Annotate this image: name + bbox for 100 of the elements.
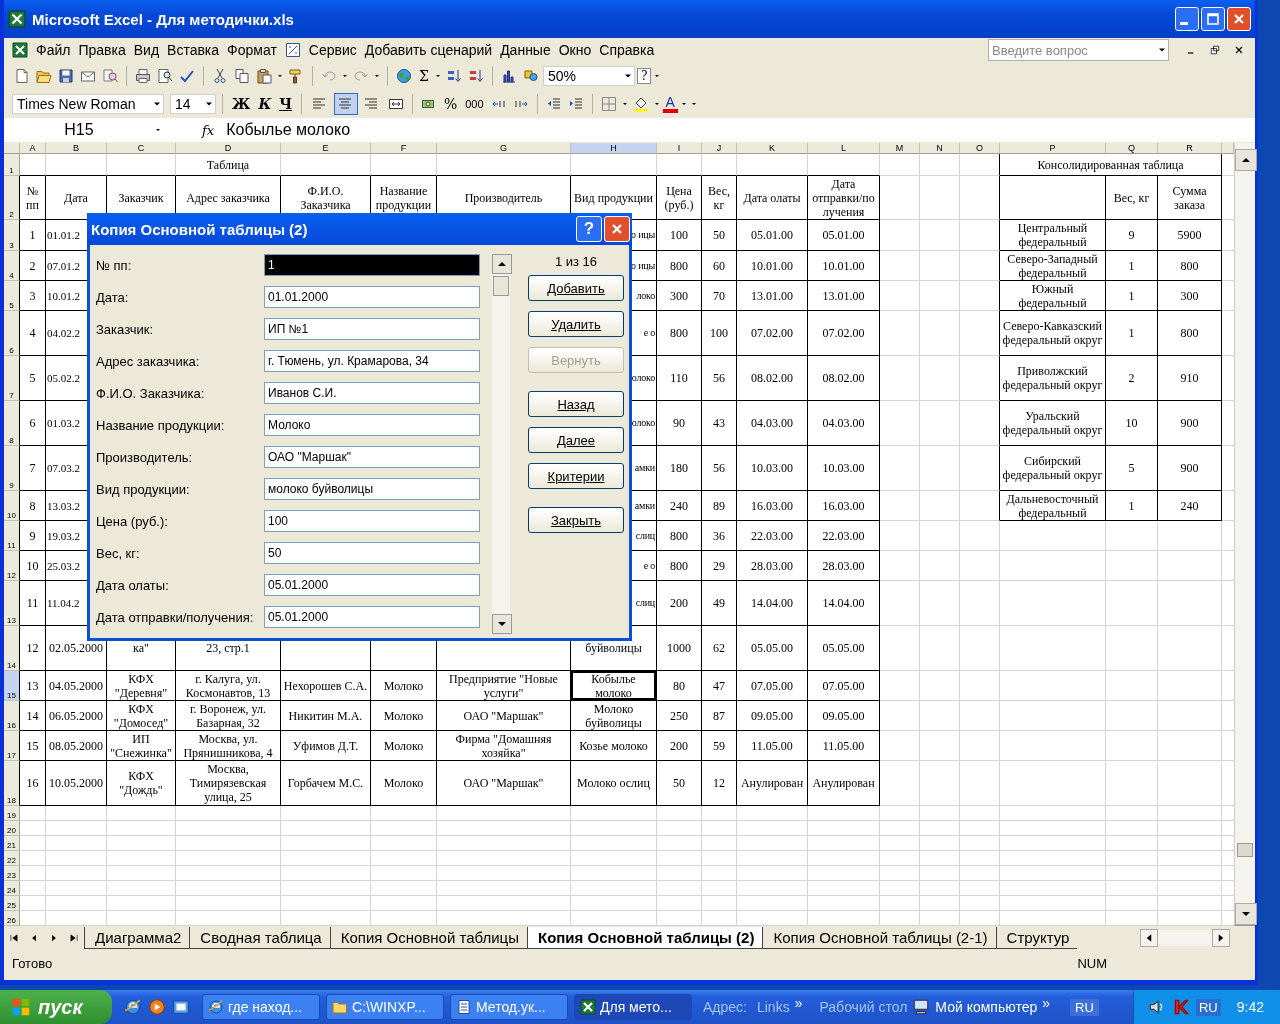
row-header[interactable]: 7 <box>4 356 20 401</box>
row-header[interactable]: 26 <box>4 911 20 926</box>
column-header[interactable]: P <box>1000 143 1106 154</box>
input-field[interactable]: молоко буйволицы <box>264 478 480 500</box>
column-header[interactable]: E <box>281 143 371 154</box>
close-button[interactable] <box>1227 7 1251 31</box>
input-field[interactable]: ИП №1 <box>264 318 480 340</box>
sheet-tab[interactable]: Сводная таблица <box>189 927 330 949</box>
more-chevron[interactable]: » <box>794 995 803 1011</box>
bold-button[interactable]: Ж <box>229 96 254 112</box>
close-icon[interactable] <box>1233 44 1245 56</box>
row-header[interactable]: 3 <box>4 220 20 251</box>
taskbar-button[interactable]: Метод.ук... <box>450 994 568 1020</box>
row-header[interactable]: 12 <box>4 551 20 581</box>
input-field[interactable]: 01.01.2000 <box>264 286 480 308</box>
language-button[interactable]: RU <box>1070 998 1099 1016</box>
restore-icon[interactable] <box>1209 44 1221 56</box>
column-header[interactable]: C <box>107 143 176 154</box>
column-header[interactable]: G <box>437 143 571 154</box>
menu-item[interactable]: Файл <box>32 42 75 58</box>
column-header[interactable]: I <box>657 143 702 154</box>
sheet-tab[interactable]: Копия Основной таблицы (2) <box>527 927 763 949</box>
italic-button[interactable]: К <box>255 96 275 112</box>
row-header[interactable]: 11 <box>4 521 20 551</box>
input-field[interactable]: 1 <box>264 254 480 276</box>
sheet-tab[interactable]: Диаграмма2 <box>84 927 190 949</box>
formula-field[interactable]: Кобылье молоко <box>226 121 1255 139</box>
row-header[interactable]: 5 <box>4 281 20 311</box>
scroll-down-icon[interactable] <box>492 614 512 634</box>
column-header[interactable]: N <box>920 143 960 154</box>
underline-button[interactable]: Ч <box>276 96 295 112</box>
taskbar-button[interactable]: C:\WINXP... <box>326 994 444 1020</box>
taskbar-button[interactable]: где наход... <box>202 994 320 1020</box>
desktop-icon[interactable] <box>172 998 190 1016</box>
dialog-button[interactable]: Далее <box>528 427 624 453</box>
column-header[interactable]: K <box>737 143 808 154</box>
scroll-right-icon[interactable] <box>1212 929 1230 947</box>
font-dropdown[interactable]: Times New Roman <box>12 94 164 114</box>
scroll-up-icon[interactable] <box>492 254 512 274</box>
taskbar-button[interactable]: Для мето... <box>574 994 692 1020</box>
function-button[interactable]: fx <box>202 122 215 138</box>
row-header[interactable]: 8 <box>4 401 20 446</box>
column-header[interactable]: O <box>960 143 1000 154</box>
sheet-tab[interactable]: Копия Основной таблицы (2-1) <box>762 927 996 949</box>
thousands-button[interactable]: 000 <box>462 98 487 110</box>
column-header[interactable]: L <box>808 143 880 154</box>
language-indicator[interactable]: RU <box>1195 998 1221 1016</box>
menu-item[interactable]: Вид <box>129 42 164 58</box>
menu-item[interactable]: Правка <box>74 42 130 58</box>
computer-icon[interactable] <box>912 998 931 1016</box>
my-computer-link[interactable]: Мой компьютер <box>935 999 1038 1015</box>
menu-item[interactable]: Формат <box>223 42 281 58</box>
menu-item[interactable]: Добавить сценарий <box>360 42 497 58</box>
scroll-down-icon[interactable] <box>1235 903 1257 925</box>
help-button[interactable]: ? <box>576 216 602 242</box>
column-header[interactable]: Q <box>1106 143 1158 154</box>
row-header[interactable]: 14 <box>4 626 20 671</box>
row-header[interactable]: 19 <box>4 806 20 821</box>
column-header[interactable]: D <box>176 143 281 154</box>
percent-button[interactable]: % <box>440 96 461 112</box>
row-header[interactable]: 20 <box>4 821 20 836</box>
input-field[interactable]: Иванов С.И. <box>264 382 480 404</box>
save-icon[interactable] <box>56 66 76 86</box>
input-field[interactable]: 50 <box>264 542 480 564</box>
row-header[interactable]: 22 <box>4 851 20 866</box>
input-field[interactable]: 05.01.2000 <box>264 574 480 596</box>
help-search-field[interactable]: Введите вопрос <box>988 39 1169 61</box>
align-center-button[interactable] <box>333 93 358 115</box>
menu-item[interactable]: Данные <box>496 42 555 58</box>
input-field[interactable]: ОАО "Маршак" <box>264 446 480 468</box>
row-header[interactable]: 2 <box>4 176 20 220</box>
links-toolbar[interactable]: Links <box>756 999 790 1015</box>
more-chevron[interactable]: » <box>1042 995 1051 1011</box>
row-header[interactable]: 6 <box>4 311 20 356</box>
menu-item[interactable]: Сервис <box>304 42 361 58</box>
input-field[interactable]: 100 <box>264 510 480 532</box>
input-field[interactable]: г. Тюмень, ул. Крамарова, 34 <box>264 350 480 372</box>
spreadsheet-logo-icon[interactable] <box>12 42 28 58</box>
input-field[interactable]: Молоко <box>264 414 480 436</box>
dialog-button[interactable]: Критерии <box>528 463 624 489</box>
sheet-tab[interactable]: Копия Основной таблицы <box>329 927 527 949</box>
column-header[interactable]: F <box>371 143 437 154</box>
zoom-dropdown[interactable]: 50% <box>542 66 635 86</box>
dialog-button[interactable]: Закрыть <box>528 507 624 533</box>
row-header[interactable]: 10 <box>4 491 20 521</box>
grid-percent-icon[interactable] <box>284 42 301 58</box>
scroll-left-icon[interactable] <box>1140 929 1158 947</box>
menu-item[interactable]: Окно <box>554 42 596 58</box>
column-header[interactable]: H <box>571 143 657 154</box>
help-button[interactable]: ? <box>636 68 652 84</box>
print-preview-icon[interactable] <box>155 66 175 86</box>
column-header[interactable]: R <box>1158 143 1222 154</box>
scroll-up-icon[interactable] <box>1235 149 1257 171</box>
row-header[interactable]: 24 <box>4 881 20 896</box>
globe-icon[interactable] <box>394 66 414 86</box>
input-field[interactable]: 05.01.2000 <box>264 606 480 628</box>
dialog-button[interactable]: Добавить <box>528 275 624 301</box>
row-header[interactable]: 4 <box>4 251 20 281</box>
print-icon[interactable] <box>133 66 153 86</box>
row-header[interactable]: 21 <box>4 836 20 851</box>
